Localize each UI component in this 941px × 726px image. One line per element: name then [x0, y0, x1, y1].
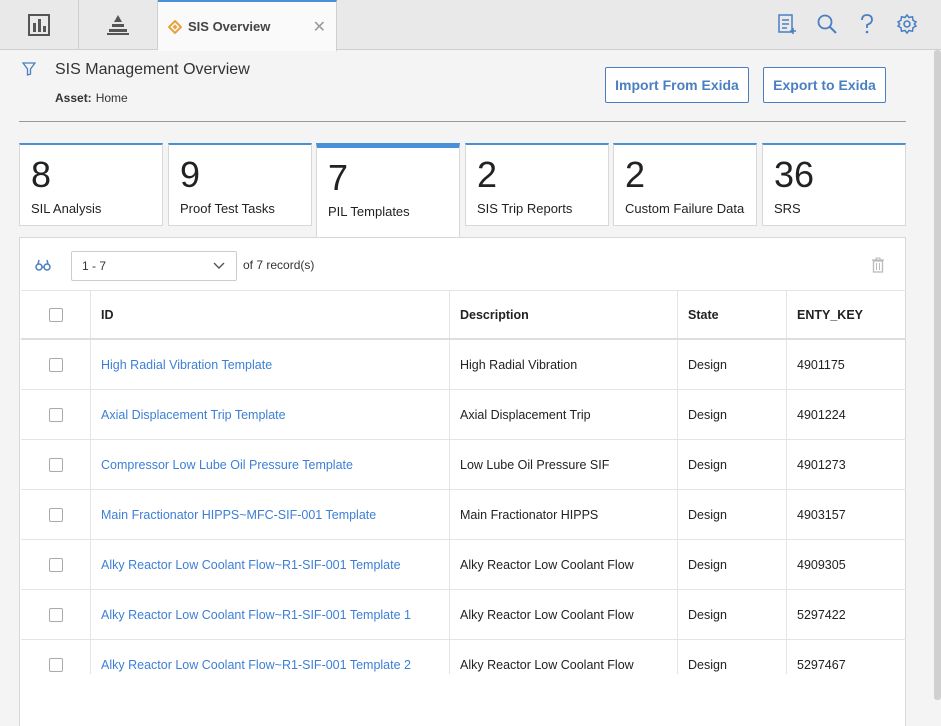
gear-icon[interactable]	[895, 12, 919, 36]
records-panel: 1 - 7 of 7 record(s) ID Description Stat…	[19, 237, 906, 726]
dashboard-icon	[28, 14, 50, 36]
card-sis-trip-reports[interactable]: 2 SIS Trip Reports	[465, 143, 609, 226]
tab-sis-overview[interactable]: SIS Overview ✕	[158, 0, 337, 51]
close-icon[interactable]: ✕	[313, 17, 326, 37]
page-range-value: 1 - 7	[82, 259, 107, 273]
record-description: Alky Reactor Low Coolant Flow	[450, 590, 678, 639]
column-header-enty-key[interactable]: ENTY_KEY	[787, 291, 906, 338]
record-id-link[interactable]: Compressor Low Lube Oil Pressure Templat…	[101, 458, 353, 472]
filter-icon[interactable]	[21, 62, 37, 81]
column-header-id[interactable]: ID	[91, 291, 450, 338]
card-sil-analysis[interactable]: 8 SIL Analysis	[19, 143, 163, 226]
record-id-link[interactable]: High Radial Vibration Template	[101, 358, 272, 372]
top-tab-bar: SIS Overview ✕	[0, 0, 941, 51]
select-all-checkbox[interactable]	[48, 307, 63, 322]
record-state: Design	[678, 490, 787, 539]
record-state: Design	[678, 540, 787, 589]
record-key: 4909305	[797, 557, 846, 572]
record-key: 5297422	[797, 607, 846, 622]
record-key: 4901273	[797, 457, 846, 472]
table-row: Main Fractionator HIPPS~MFC-SIF-001 Temp…	[21, 490, 906, 540]
record-state: Design	[678, 640, 787, 674]
page-scrollbar[interactable]	[934, 50, 941, 700]
record-description: High Radial Vibration	[450, 340, 678, 389]
row-checkbox[interactable]	[48, 657, 63, 672]
record-count: of 7 record(s)	[243, 258, 314, 272]
record-key: 4901175	[797, 357, 845, 372]
record-state: Design	[678, 440, 787, 489]
column-header-state[interactable]: State	[678, 291, 787, 338]
card-label: SIS Trip Reports	[477, 201, 573, 216]
record-id-link[interactable]: Alky Reactor Low Coolant Flow~R1-SIF-001…	[101, 658, 411, 672]
card-proof-test-tasks[interactable]: 9 Proof Test Tasks	[168, 143, 312, 226]
header-divider	[19, 121, 906, 122]
records-label: record(s)	[266, 258, 315, 272]
card-custom-failure-data[interactable]: 2 Custom Failure Data	[613, 143, 757, 226]
records-grid: ID Description State ENTY_KEY High Radia…	[21, 290, 906, 674]
hierarchy-icon	[107, 15, 129, 35]
asset-value: Home	[95, 91, 128, 105]
record-description: Low Lube Oil Pressure SIF	[450, 440, 678, 489]
record-key: 5297467	[797, 657, 846, 672]
trash-icon[interactable]	[871, 257, 885, 278]
card-label: Custom Failure Data	[625, 201, 745, 216]
card-count: 36	[774, 154, 815, 195]
table-row: Axial Displacement Trip Template Axial D…	[21, 390, 906, 440]
row-checkbox[interactable]	[48, 357, 63, 372]
chevron-down-icon	[212, 258, 226, 275]
table-header-row: ID Description State ENTY_KEY	[21, 290, 906, 340]
table-row: Compressor Low Lube Oil Pressure Templat…	[21, 440, 906, 490]
card-pil-templates[interactable]: 7 PIL Templates	[316, 143, 460, 239]
card-label: PIL Templates	[328, 204, 410, 219]
table-row: Alky Reactor Low Coolant Flow~R1-SIF-001…	[21, 540, 906, 590]
record-id-link[interactable]: Main Fractionator HIPPS~MFC-SIF-001 Temp…	[101, 508, 376, 522]
record-state: Design	[678, 340, 787, 389]
card-count: 9	[180, 154, 201, 195]
of-label: of	[243, 258, 254, 272]
card-label: SIL Analysis	[31, 201, 102, 216]
record-state: Design	[678, 590, 787, 639]
card-srs[interactable]: 36 SRS	[762, 143, 906, 226]
column-header-description[interactable]: Description	[450, 291, 678, 338]
card-count: 8	[31, 154, 52, 195]
record-id-link[interactable]: Axial Displacement Trip Template	[101, 408, 286, 422]
row-checkbox[interactable]	[48, 457, 63, 472]
record-description: Alky Reactor Low Coolant Flow	[450, 540, 678, 589]
table-row: Alky Reactor Low Coolant Flow~R1-SIF-001…	[21, 590, 906, 640]
asset-context: Asset: Home	[55, 91, 128, 105]
binoculars-icon[interactable]	[35, 258, 51, 276]
table-row: Alky Reactor Low Coolant Flow~R1-SIF-001…	[21, 640, 906, 674]
table-row: High Radial Vibration Template High Radi…	[21, 340, 906, 390]
asset-label: Asset:	[55, 91, 92, 105]
record-description: Axial Displacement Trip	[450, 390, 678, 439]
clipboard-icon[interactable]	[775, 12, 799, 36]
row-checkbox[interactable]	[48, 607, 63, 622]
search-icon[interactable]	[815, 12, 839, 36]
record-description: Alky Reactor Low Coolant Flow	[450, 640, 678, 674]
record-id-link[interactable]: Alky Reactor Low Coolant Flow~R1-SIF-001…	[101, 608, 411, 622]
record-state: Design	[678, 390, 787, 439]
row-checkbox[interactable]	[48, 557, 63, 572]
card-count: 2	[625, 154, 646, 195]
help-icon[interactable]	[855, 12, 879, 36]
export-to-exida-button[interactable]: Export to Exida	[763, 67, 886, 103]
asset-hierarchy-tab[interactable]	[79, 0, 158, 50]
page-title: SIS Management Overview	[55, 61, 250, 78]
import-from-exida-button[interactable]: Import From Exida	[605, 67, 749, 103]
record-key: 4901224	[797, 407, 846, 422]
card-count: 2	[477, 154, 498, 195]
total-records: 7	[256, 258, 264, 272]
record-key: 4903157	[797, 507, 846, 522]
dashboard-tab[interactable]	[0, 0, 79, 50]
card-label: SRS	[774, 201, 801, 216]
row-checkbox[interactable]	[48, 407, 63, 422]
card-label: Proof Test Tasks	[180, 201, 275, 216]
record-id-link[interactable]: Alky Reactor Low Coolant Flow~R1-SIF-001…	[101, 558, 401, 572]
page-range-select[interactable]: 1 - 7	[71, 251, 237, 281]
row-checkbox[interactable]	[48, 507, 63, 522]
tab-label: SIS Overview	[188, 19, 271, 34]
diamond-icon	[168, 19, 182, 34]
card-count: 7	[328, 157, 349, 198]
record-description: Main Fractionator HIPPS	[450, 490, 678, 539]
